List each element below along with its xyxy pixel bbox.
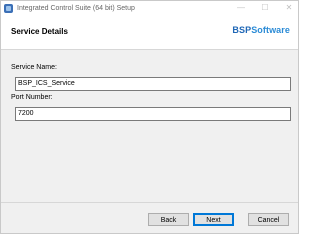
brand-logo: BSPSoftware	[232, 25, 290, 35]
window-title: Integrated Control Suite (64 bit) Setup	[17, 5, 135, 12]
footer-separator	[1, 202, 298, 203]
minimize-icon[interactable]: —	[236, 3, 246, 13]
close-icon[interactable]: ✕	[284, 3, 294, 13]
setup-window: Integrated Control Suite (64 bit) Setup …	[0, 0, 299, 234]
port-number-label: Port Number:	[11, 94, 53, 101]
page-title: Service Details	[11, 27, 68, 36]
service-name-label: Service Name:	[11, 64, 57, 71]
port-number-input[interactable]	[15, 107, 291, 121]
window-controls: — ☐ ✕	[236, 3, 294, 13]
cancel-button[interactable]: Cancel	[248, 213, 289, 226]
back-button[interactable]: Back	[148, 213, 189, 226]
brand-logo-part2: Software	[251, 25, 290, 35]
brand-logo-part1: BSP	[232, 25, 252, 35]
service-name-input[interactable]	[15, 77, 291, 91]
maximize-icon[interactable]: ☐	[260, 3, 270, 13]
title-bar: Integrated Control Suite (64 bit) Setup …	[1, 1, 298, 16]
wizard-header: Service Details BSPSoftware	[1, 16, 298, 50]
app-icon	[4, 4, 13, 13]
next-button[interactable]: Next	[193, 213, 234, 226]
